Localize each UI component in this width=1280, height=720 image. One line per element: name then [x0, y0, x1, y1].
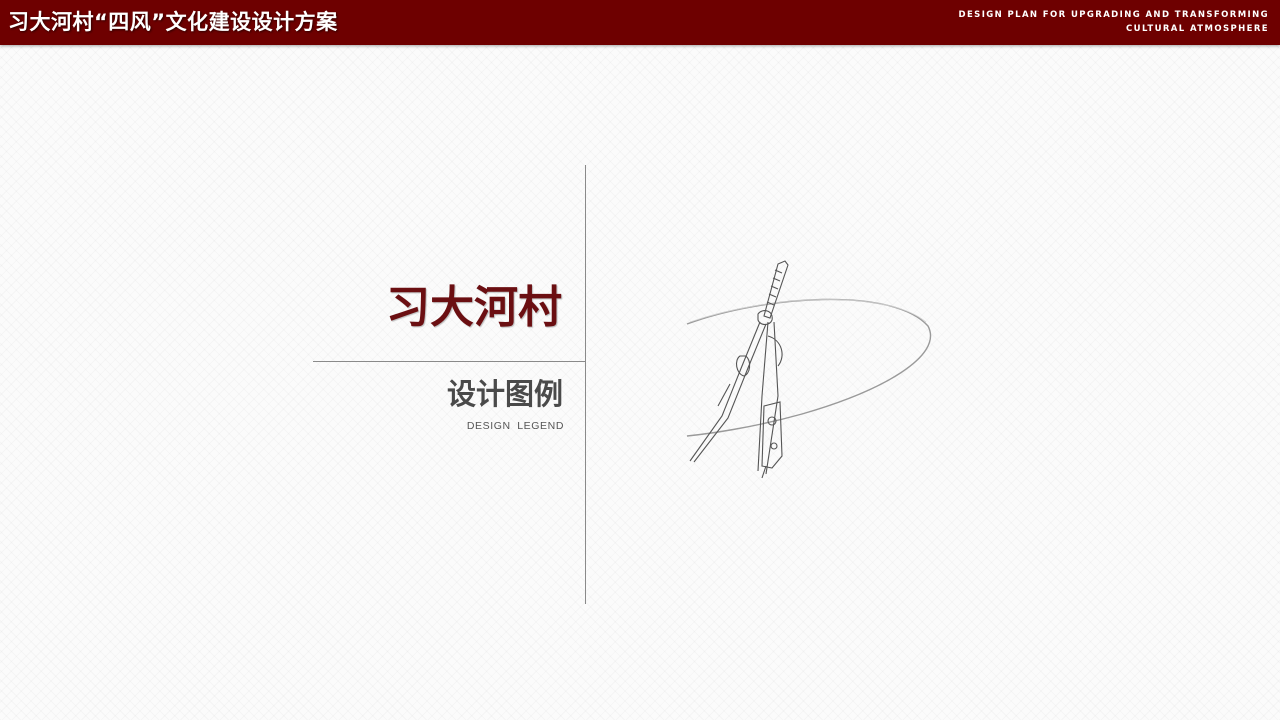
header-title: 习大河村“四风”文化建设设计方案	[8, 10, 338, 34]
header-subtitle: DESIGN PLAN FOR UPGRADING AND TRANSFORMI…	[959, 8, 1269, 36]
header-subtitle-line2: CULTURAL ATMOSPHERE	[1126, 24, 1269, 34]
header-subtitle-line1: DESIGN PLAN FOR UPGRADING AND TRANSFORMI…	[958, 10, 1269, 20]
section-title: 习大河村	[386, 282, 562, 333]
section-subtitle: 设计图例	[446, 377, 563, 411]
header-bar: 习大河村“四风”文化建设设计方案 DESIGN PLAN FOR UPGRADI…	[0, 0, 1280, 45]
drafting-compass-icon	[686, 260, 931, 479]
horizontal-divider	[313, 361, 585, 362]
vertical-divider	[585, 165, 586, 604]
section-subtitle-en: DESIGN LEGEND	[466, 420, 564, 432]
